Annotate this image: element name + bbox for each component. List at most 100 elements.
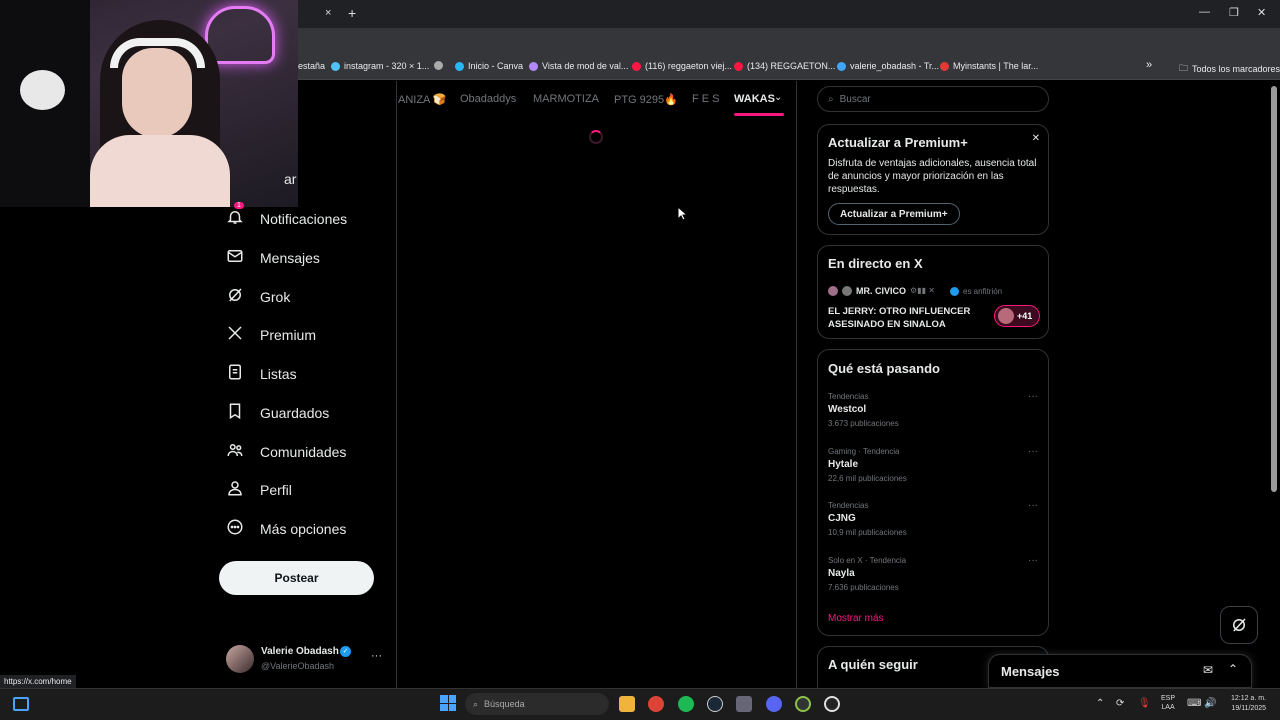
host-role: es anfitrión — [963, 287, 1003, 296]
folder-icon: 🗀 — [1179, 63, 1189, 73]
sidebar-item-mas-opciones[interactable]: Más opciones — [226, 518, 346, 539]
language-indicator[interactable]: ESP LAA — [1161, 694, 1175, 712]
bookmark-favicon-icon — [434, 61, 443, 70]
show-more-link[interactable]: Mostrar más — [828, 613, 884, 624]
close-tab-icon[interactable]: × — [325, 7, 331, 19]
widgets-icon[interactable] — [13, 697, 29, 711]
mic-icon[interactable]: 🎙 — [1138, 698, 1151, 709]
taskbar-clock[interactable]: 12:12 a. m. 19/11/2025 — [1222, 694, 1266, 714]
trend-count: 10,9 mil publicaciones — [828, 528, 907, 537]
trend-more-icon[interactable]: ··· — [1028, 446, 1038, 457]
youtube-icon — [734, 61, 743, 71]
sidebar-item-guardados[interactable]: Guardados — [226, 402, 329, 423]
page-scrollbar[interactable] — [1271, 86, 1277, 492]
tab-list-item[interactable]: Obadaddys — [460, 93, 516, 105]
sidebar-partial-label: ar — [284, 171, 297, 187]
expand-up-icon[interactable]: ⌃ — [1228, 662, 1238, 676]
file-explorer-icon[interactable] — [619, 696, 635, 712]
chrome-icon[interactable] — [648, 696, 664, 712]
listeners-pill[interactable]: +41 — [994, 305, 1040, 327]
trend-item[interactable]: Tendencias CJNG 10,9 mil publicaciones — [828, 501, 907, 537]
chevron-down-icon[interactable]: ⌄ — [774, 92, 782, 103]
cow-print-plush — [0, 0, 90, 207]
tab-list-item[interactable]: F E S — [692, 93, 720, 105]
bookmark-item[interactable]: (116) reggaeton viej... — [632, 61, 732, 71]
tray-overflow-icon[interactable]: ⌃ — [1096, 698, 1104, 709]
tab-list-item[interactable]: MARMOTIZA — [533, 93, 599, 105]
webcam-overlay — [0, 0, 298, 207]
trend-item[interactable]: Tendencias Westcol 3.673 publicaciones — [828, 392, 899, 428]
sidebar-item-label: Comunidades — [260, 443, 347, 460]
discord-icon[interactable] — [766, 696, 782, 712]
communities-icon — [226, 441, 244, 462]
spotify-icon[interactable] — [678, 696, 694, 712]
search-input[interactable]: ⌕ Buscar — [817, 86, 1049, 112]
avatar — [226, 645, 254, 673]
trend-name: Hytale — [828, 459, 859, 470]
maximize-button[interactable]: ❐ — [1229, 6, 1239, 19]
bookmark-item[interactable]: Myinstants | The lar... — [940, 61, 1038, 71]
bookmark-item[interactable]: (134) REGGAETON... — [734, 61, 835, 71]
bookmark-item[interactable]: valerie_obadash - Tr... — [837, 61, 939, 71]
bookmark-favicon-icon — [529, 61, 538, 71]
tab-active[interactable]: WAKAS — [734, 93, 775, 105]
volume-icon[interactable]: 🔊 — [1204, 698, 1216, 709]
close-icon[interactable]: ✕ — [1032, 133, 1040, 144]
sidebar-item-listas[interactable]: Listas — [226, 363, 297, 384]
bookmark-item[interactable]: Inicio - Canva — [455, 61, 523, 71]
new-tab-button[interactable]: + — [348, 5, 356, 21]
post-button[interactable]: Postear — [219, 561, 374, 595]
search-placeholder: Buscar — [839, 93, 871, 105]
tab-list-item[interactable]: PTG 9295🔥 — [614, 93, 678, 106]
app-icon[interactable] — [795, 696, 811, 712]
sidebar-item-label: Más opciones — [260, 520, 347, 537]
trend-item[interactable]: Gaming · Tendencia Hytale 22,6 mil publi… — [828, 447, 907, 483]
sidebar-item-label: Listas — [260, 365, 297, 382]
minimize-button[interactable]: — — [1199, 6, 1210, 18]
bookmarks-overflow-icon[interactable]: » — [1146, 59, 1152, 71]
sidebar-item-mensajes[interactable]: Mensajes — [226, 247, 320, 268]
network-icon[interactable]: ⌨ — [1187, 698, 1201, 709]
tray-app-icon[interactable]: ⟳ — [1116, 698, 1124, 709]
all-bookmarks-folder[interactable]: 🗀 Todos los marcadores — [1179, 61, 1280, 77]
trend-name: CJNG — [828, 513, 856, 524]
search-icon: ⌕ — [473, 698, 479, 709]
bookmark-item[interactable] — [434, 61, 443, 70]
trend-more-icon[interactable]: ··· — [1028, 500, 1038, 511]
windows-start-icon[interactable] — [440, 695, 456, 711]
photos-icon[interactable] — [736, 696, 752, 712]
trend-item[interactable]: Solo en X · Tendencia Nayla 7.636 public… — [828, 556, 906, 592]
account-switcher[interactable]: Valerie Obadash ✓ @ValerieObadash ··· — [226, 644, 396, 674]
sidebar-item-perfil[interactable]: Perfil — [226, 479, 292, 500]
sidebar-item-grok[interactable]: Grok — [226, 286, 290, 307]
trend-more-icon[interactable]: ··· — [1028, 555, 1038, 566]
new-message-icon[interactable]: ✉ — [1203, 663, 1213, 677]
close-window-button[interactable]: ✕ — [1257, 6, 1266, 19]
bookmark-item[interactable]: Vista de mod de val... — [529, 61, 628, 71]
sidebar-item-comunidades[interactable]: Comunidades — [226, 441, 346, 462]
taskbar-search-placeholder: Búsqueda — [484, 699, 525, 709]
trend-count: 22,6 mil publicaciones — [828, 474, 907, 483]
trend-category: Tendencias — [828, 501, 869, 510]
notification-badge: 1 — [234, 202, 244, 209]
sidebar-item-premium[interactable]: Premium — [226, 324, 316, 345]
clock-time: 12:12 a. m. — [1230, 695, 1266, 702]
bookmark-item[interactable]: estaña — [298, 61, 325, 71]
messages-dock[interactable]: Mensajes ✉ ⌃ — [988, 654, 1252, 688]
obs-icon[interactable] — [824, 696, 840, 712]
sidebar-item-label: Guardados — [260, 404, 330, 421]
sidebar-item-notificaciones[interactable]: 1 Notificaciones — [226, 202, 347, 229]
live-card[interactable]: En directo en X MR. CIVICO ⚙▮▮ ✕ es anfi… — [817, 245, 1049, 339]
steam-icon[interactable] — [707, 696, 723, 712]
verified-badge-icon — [950, 287, 959, 296]
grok-floating-button[interactable] — [1220, 606, 1258, 644]
trend-more-icon[interactable]: ··· — [1028, 391, 1038, 402]
sidebar-item-label: Mensajes — [260, 249, 320, 266]
upgrade-premium-button[interactable]: Actualizar a Premium+ — [828, 203, 960, 225]
taskbar-search[interactable]: ⌕ Búsqueda — [465, 693, 609, 715]
tab-list-item[interactable]: ANIZA 🍞 — [398, 93, 447, 106]
account-more-icon[interactable]: ··· — [371, 650, 382, 662]
bookmark-item[interactable]: instagram - 320 × 1... — [331, 61, 429, 71]
who-to-follow-title: A quién seguir — [828, 657, 918, 672]
premium-card: Actualizar a Premium+ ✕ Disfruta de vent… — [817, 124, 1049, 235]
